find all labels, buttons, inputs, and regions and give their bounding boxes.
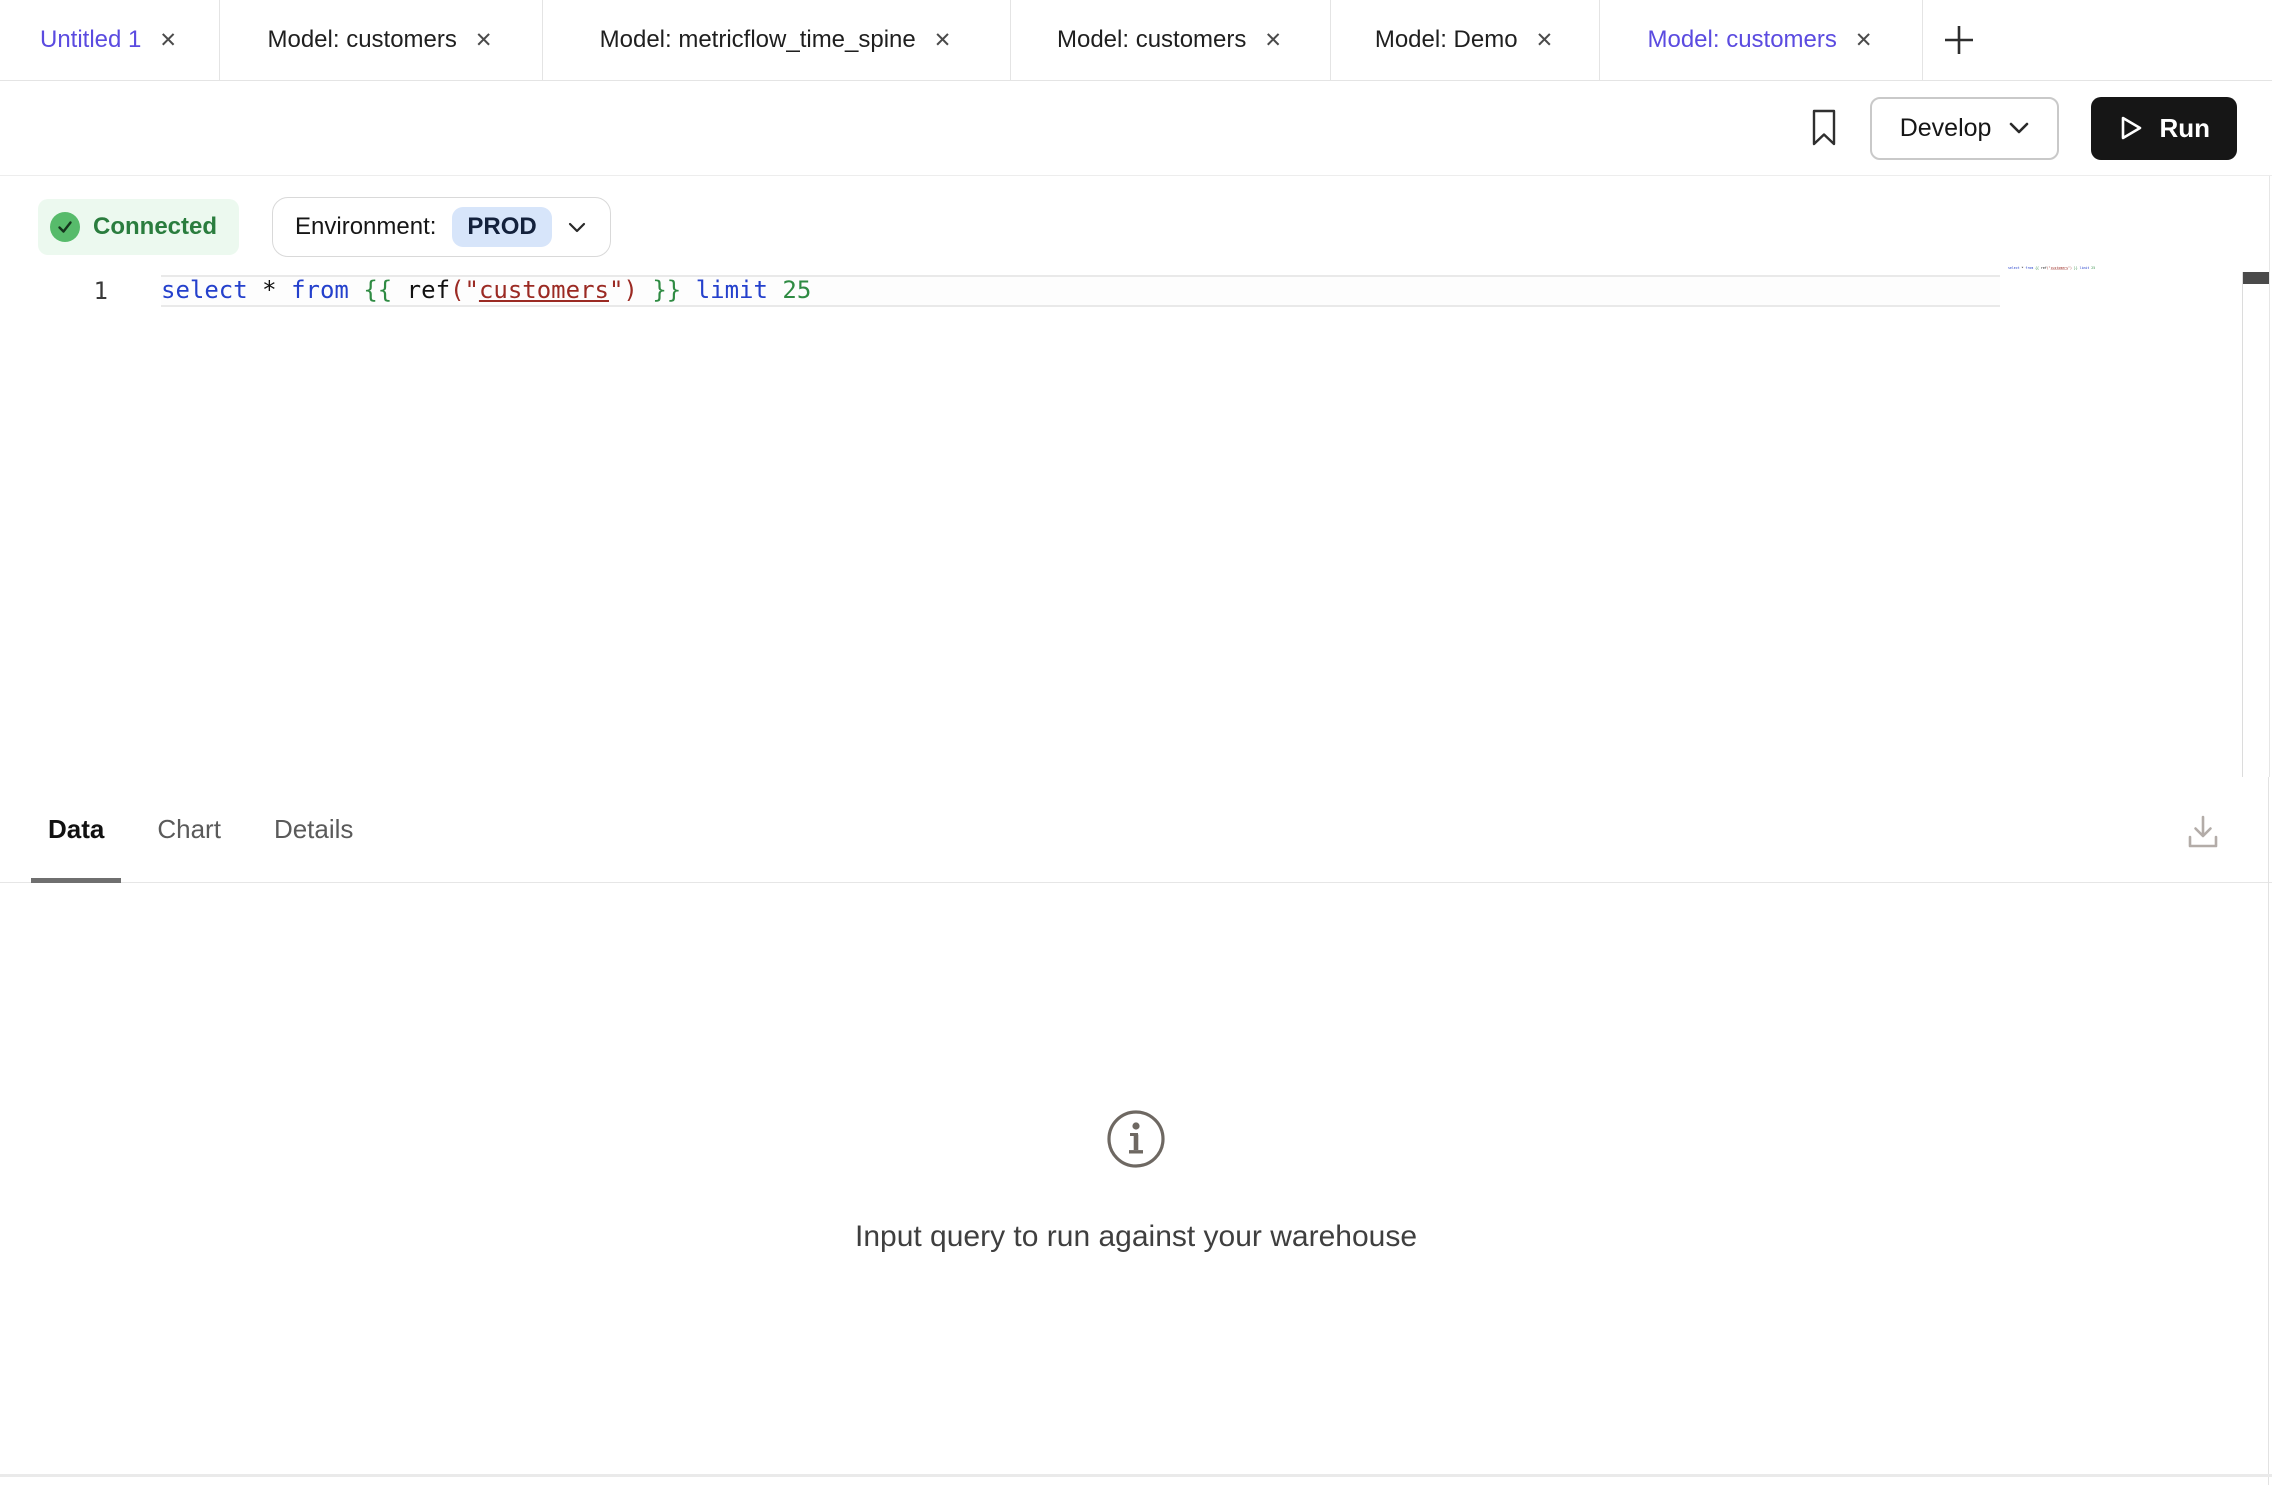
- plus-icon: [1942, 23, 1976, 57]
- minimap[interactable]: select * from {{ ref("customers") }} lim…: [2008, 266, 2238, 306]
- editor-status-row: Connected Environment: PROD: [0, 176, 2272, 257]
- bookmark-icon[interactable]: [1810, 108, 1838, 148]
- info-icon: [1104, 1107, 1168, 1176]
- tab-chart-label: Chart: [157, 814, 221, 845]
- minimap-code-line: select * from {{ ref("customers") }} lim…: [2008, 266, 2039, 270]
- editor-tab-bar: Untitled 1 ✕ Model: customers ✕ Model: m…: [0, 0, 2272, 81]
- bottom-divider: [0, 1474, 2272, 1477]
- connection-status-label: Connected: [93, 213, 217, 241]
- new-tab-button[interactable]: [1923, 0, 1995, 80]
- environment-selector[interactable]: Environment: PROD: [272, 197, 611, 257]
- tab-model-customers-2[interactable]: Model: customers ✕: [1011, 0, 1331, 80]
- environment-value-pill: PROD: [452, 207, 551, 247]
- minimap-divider: [2242, 272, 2243, 777]
- chevron-down-icon: [2009, 122, 2029, 134]
- tab-label: Model: metricflow_time_spine: [600, 26, 916, 54]
- tab-model-metricflow-time-spine[interactable]: Model: metricflow_time_spine ✕: [543, 0, 1011, 80]
- sql-editor-pane: Connected Environment: PROD 1 select * f…: [0, 176, 2272, 777]
- tab-label: Model: customers: [1647, 26, 1836, 54]
- tab-model-demo[interactable]: Model: Demo ✕: [1331, 0, 1600, 80]
- close-tab-icon[interactable]: ✕: [157, 28, 179, 53]
- tab-label: Model: customers: [1057, 26, 1246, 54]
- tab-label: Model: Demo: [1375, 26, 1518, 54]
- chevron-down-icon: [568, 222, 586, 233]
- close-tab-icon[interactable]: ✕: [1262, 28, 1284, 53]
- tab-untitled-1[interactable]: Untitled 1 ✕: [0, 0, 220, 80]
- tab-label: Model: customers: [267, 26, 456, 54]
- tab-model-customers-3[interactable]: Model: customers ✕: [1600, 0, 1923, 80]
- tab-label: Untitled 1: [40, 26, 141, 54]
- check-icon: [50, 212, 80, 242]
- line-number: 1: [50, 275, 108, 307]
- environment-label: Environment:: [295, 213, 436, 241]
- develop-button-label: Develop: [1900, 114, 1992, 143]
- download-icon[interactable]: [2181, 810, 2225, 859]
- play-icon: [2118, 114, 2144, 142]
- panel-scrollbar-track-edge: [2268, 777, 2269, 1485]
- run-button[interactable]: Run: [2091, 97, 2237, 160]
- code-editor[interactable]: 1 select * from {{ ref("customers") }} l…: [0, 275, 2272, 307]
- empty-state-message: Input query to run against your warehous…: [855, 1220, 1417, 1254]
- scrollbar-thumb[interactable]: [2243, 272, 2270, 284]
- tab-data-label: Data: [48, 814, 104, 845]
- tab-data[interactable]: Data: [31, 777, 121, 882]
- close-tab-icon[interactable]: ✕: [1534, 28, 1556, 53]
- develop-button[interactable]: Develop: [1870, 97, 2060, 160]
- run-button-label: Run: [2159, 113, 2210, 144]
- connection-status-badge: Connected: [38, 199, 239, 255]
- tab-chart[interactable]: Chart: [140, 777, 238, 882]
- empty-state: Input query to run against your warehous…: [0, 883, 2272, 1254]
- editor-scrollbar-track-edge: [2269, 176, 2270, 777]
- close-tab-icon[interactable]: ✕: [932, 28, 954, 53]
- code-line[interactable]: select * from {{ ref("customers") }} lim…: [161, 275, 811, 307]
- results-tab-bar: Data Chart Details: [0, 777, 2272, 883]
- tab-details[interactable]: Details: [257, 777, 370, 882]
- close-tab-icon[interactable]: ✕: [473, 28, 495, 53]
- close-tab-icon[interactable]: ✕: [1853, 28, 1875, 53]
- results-panel: Data Chart Details Input query to run ag…: [0, 777, 2272, 1485]
- tab-details-label: Details: [274, 814, 353, 845]
- tab-model-customers-1[interactable]: Model: customers ✕: [220, 0, 543, 80]
- toolbar: Develop Run: [0, 81, 2272, 176]
